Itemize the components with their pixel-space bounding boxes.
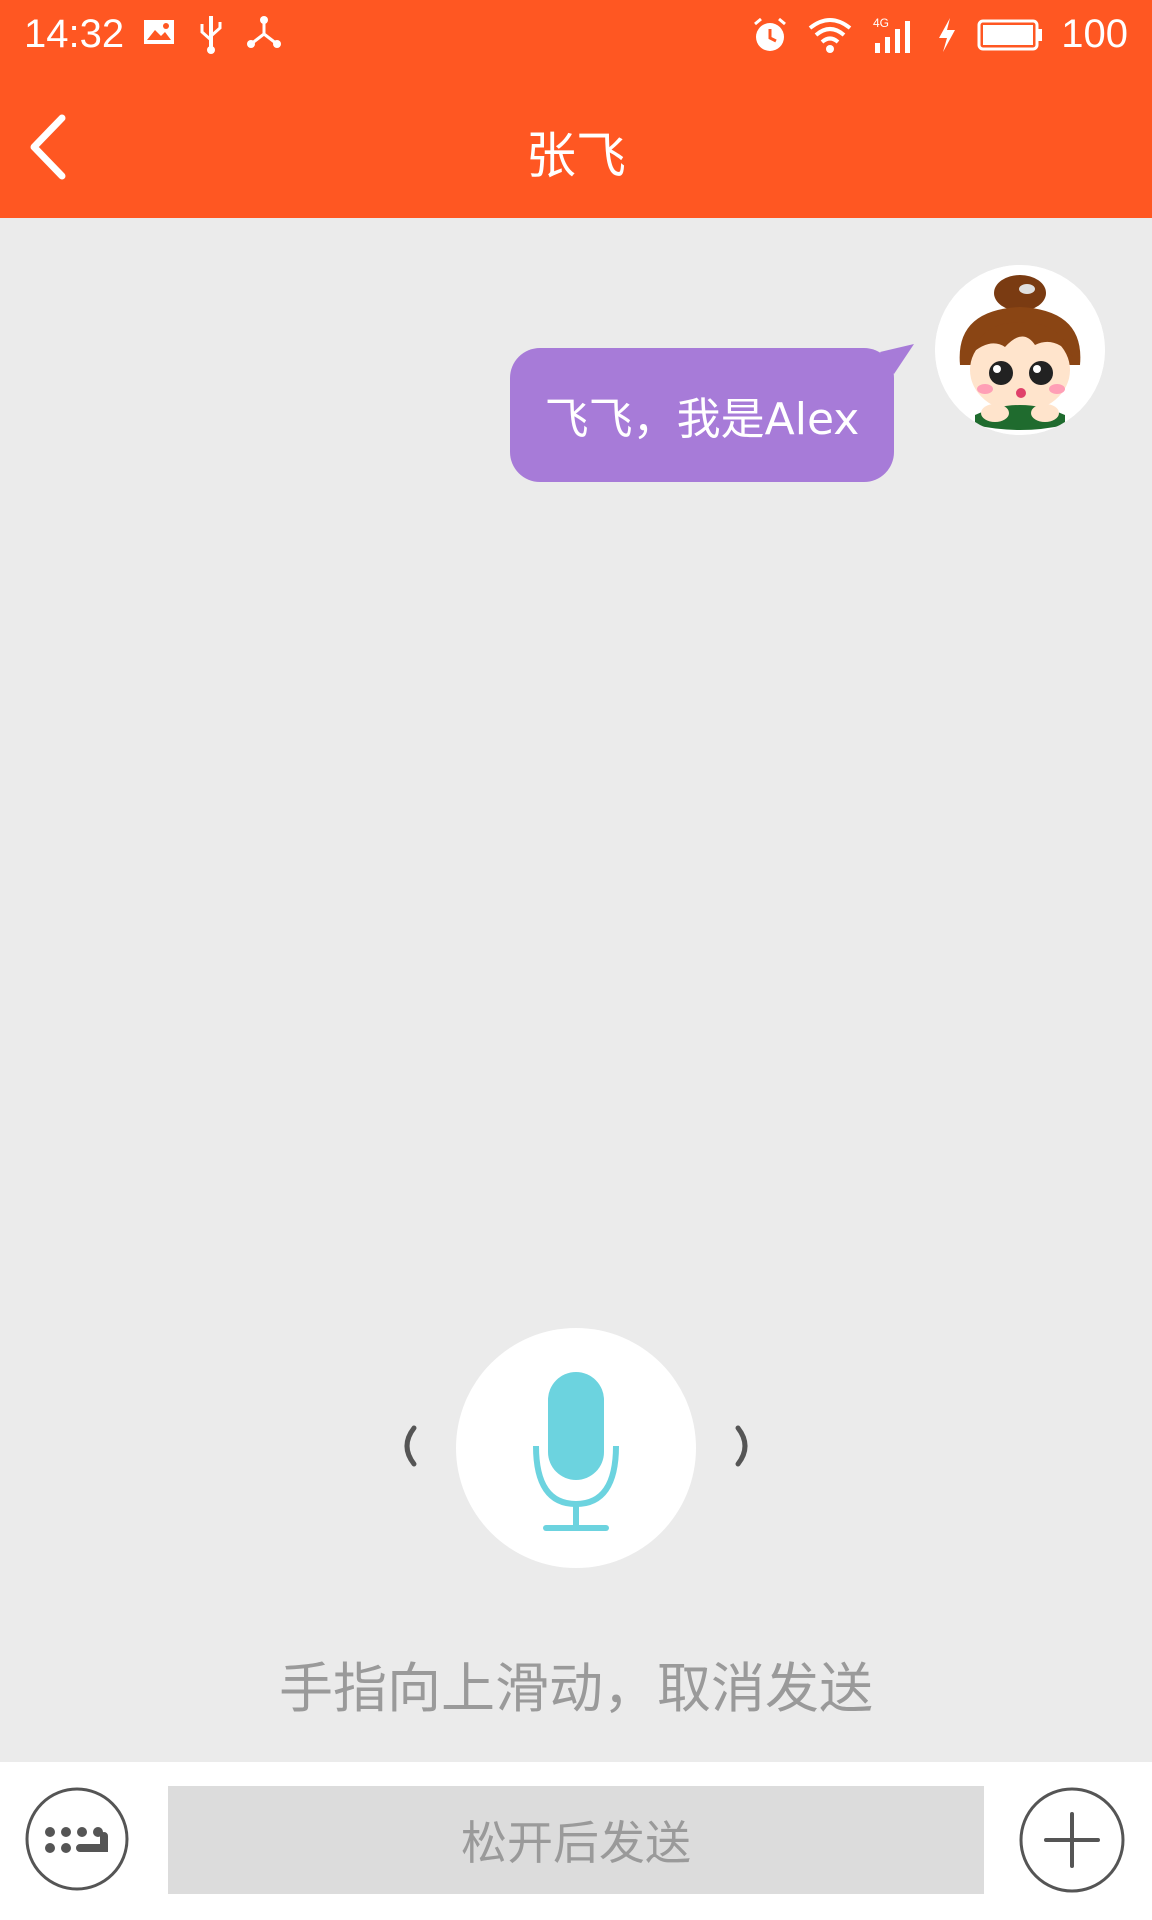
charging-icon xyxy=(939,17,956,52)
status-time: 14:32 xyxy=(24,12,125,56)
chat-header: 张飞 xyxy=(0,76,1152,218)
microphone-icon xyxy=(533,1372,619,1531)
signal-4g-icon: 4G xyxy=(873,16,911,53)
record-button[interactable] xyxy=(456,1328,696,1568)
share-icon xyxy=(247,16,281,48)
sound-wave-left-icon xyxy=(404,1425,417,1467)
message-bubble[interactable]: 飞飞，我是Alex xyxy=(510,348,894,482)
usb-icon xyxy=(200,16,222,54)
avatar-cartoon-girl-icon xyxy=(935,265,1105,435)
plus-icon xyxy=(1019,1787,1125,1893)
status-bar: 14:32 4G 100 xyxy=(0,0,1152,76)
sound-wave-right-icon xyxy=(735,1425,748,1467)
page-title: 张飞 xyxy=(526,127,626,185)
image-icon xyxy=(144,20,174,44)
keyboard-icon xyxy=(25,1787,129,1891)
hold-to-talk-label: 松开后发送 xyxy=(461,1816,691,1870)
more-button[interactable] xyxy=(1018,1786,1126,1894)
wifi-icon xyxy=(809,17,852,53)
hold-to-talk-button[interactable]: 松开后发送 xyxy=(168,1786,984,1894)
alarm-icon xyxy=(754,17,787,51)
avatar[interactable] xyxy=(935,265,1105,435)
battery-icon xyxy=(977,19,1043,50)
keyboard-button[interactable] xyxy=(24,1786,130,1892)
input-bar: 松开后发送 xyxy=(0,1762,1152,1920)
message-text: 飞飞，我是Alex xyxy=(544,394,860,445)
battery-percent: 100 xyxy=(1061,12,1128,56)
record-hint: 手指向上滑动，取消发送 xyxy=(279,1657,873,1720)
svg-text:4G: 4G xyxy=(873,16,889,30)
